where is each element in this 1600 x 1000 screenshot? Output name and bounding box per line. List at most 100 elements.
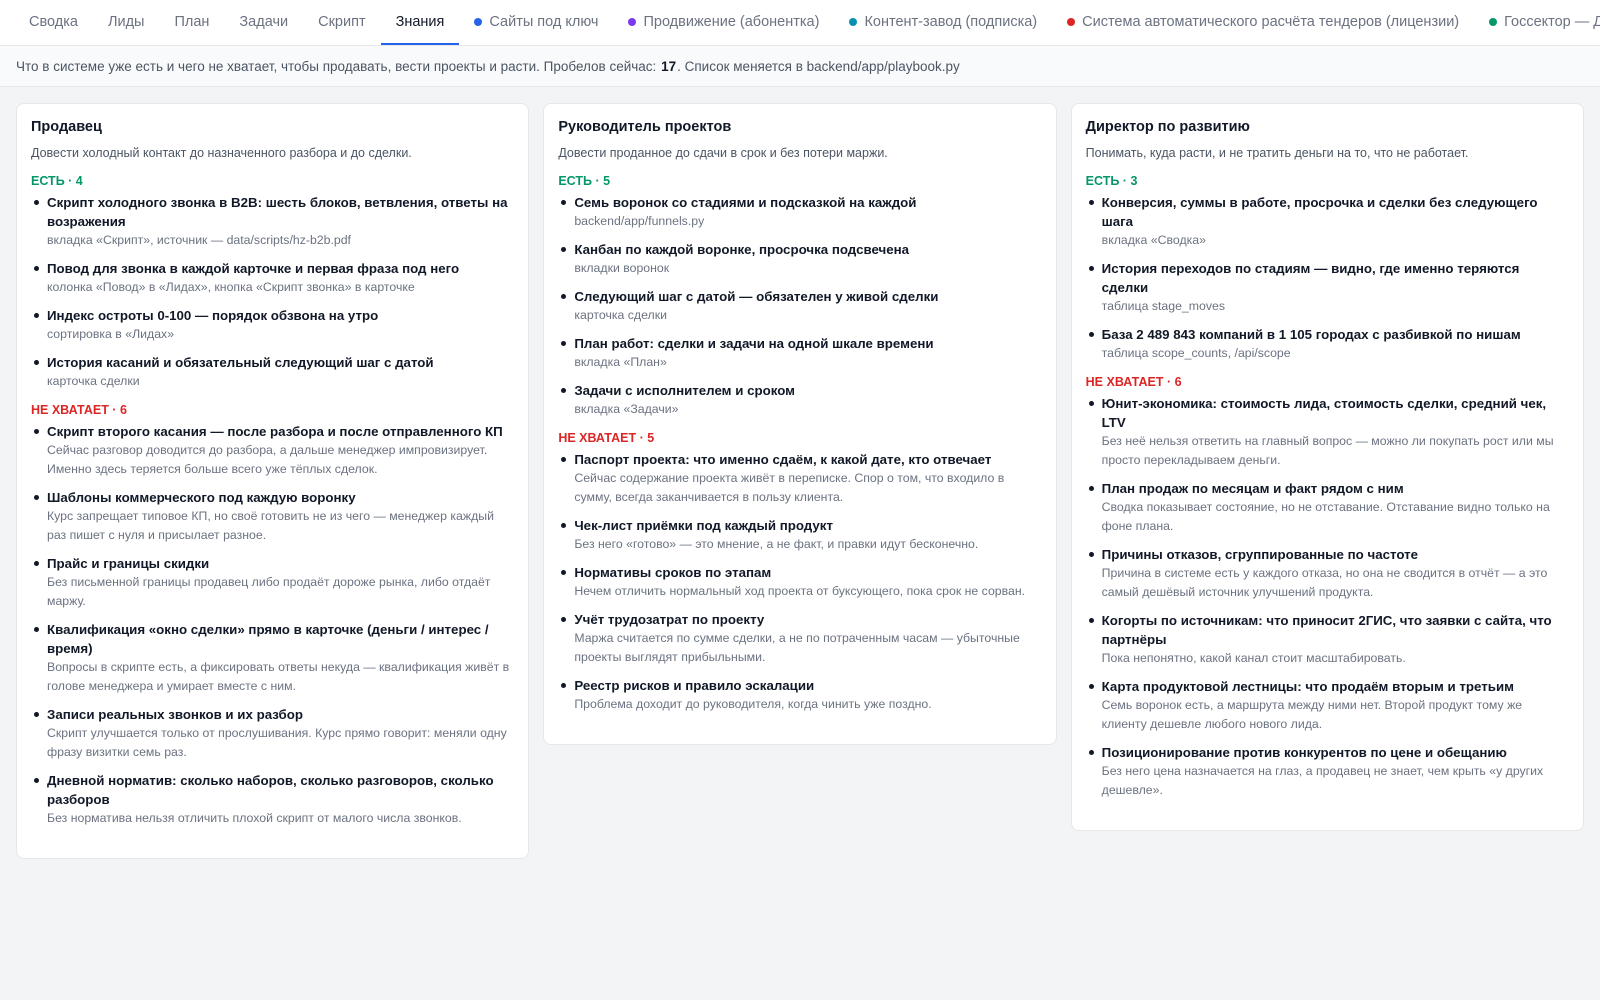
info-bar: Что в системе уже есть и чего не хватает…: [0, 46, 1600, 87]
item-title: Записи реальных звонков и их разбор: [47, 707, 303, 722]
role-card: Руководитель проектов Довести проданное д…: [543, 103, 1057, 745]
list-item: Канбан по каждой воронке, просрочка подс…: [558, 240, 1041, 278]
tab-7[interactable]: Продвижение (абонентка): [613, 0, 834, 45]
role-title: Продавец: [31, 119, 102, 135]
item-note: Семь воронок есть, а маршрута между ними…: [1101, 698, 1523, 731]
item-title: Скрипт второго касания — после разбора и…: [47, 424, 503, 439]
item-note: Проблема доходит до руководителя, когда …: [574, 697, 932, 711]
item-note: колонка «Повод» в «Лидах», кнопка «Скрип…: [47, 280, 415, 294]
item-title: Семь воронок со стадиями и подсказкой на…: [574, 195, 917, 210]
funnel-color-dot-icon: [474, 17, 483, 26]
list-item: Паспорт проекта: что именно сдаём, к как…: [558, 450, 1041, 507]
tab-2[interactable]: План: [159, 0, 224, 45]
item-title: Паспорт проекта: что именно сдаём, к как…: [574, 452, 992, 467]
list-item: План работ: сделки и задачи на одной шка…: [558, 334, 1041, 372]
list-item: Когорты по источникам: что приносит 2ГИС…: [1086, 611, 1569, 668]
list-item: Юнит-экономика: стоимость лида, стоимост…: [1086, 394, 1569, 470]
tab-8[interactable]: Контент-завод (подписка): [834, 0, 1052, 45]
item-title: Скрипт холодного звонка в B2B: шесть бло…: [47, 195, 508, 229]
item-note: вкладка «Скрипт», источник — data/script…: [47, 233, 351, 247]
tab-label: План: [174, 13, 210, 30]
item-note: Без письменной границы продавец либо про…: [47, 575, 491, 608]
role-subtitle: Понимать, куда расти, и не тратить деньг…: [1085, 146, 1469, 160]
list-item: База 2 489 843 компаний в 1 105 городах …: [1086, 325, 1569, 363]
item-note: сортировка в «Лидах»: [47, 327, 175, 341]
list-item: Задачи с исполнителем и сроком вкладка «З…: [558, 381, 1041, 419]
tab-5[interactable]: Знания: [380, 0, 460, 45]
item-title: Прайс и границы скидки: [47, 556, 210, 571]
item-note: таблица stage_moves: [1101, 299, 1225, 313]
item-note: Без неё нельзя ответить на главный вопро…: [1101, 434, 1554, 467]
list-item: Реестр рисков и правило эскалации Проблем…: [558, 676, 1041, 714]
list-item: Позиционирование против конкурентов по ц…: [1086, 743, 1569, 800]
item-title: Карта продуктовой лестницы: что продаём …: [1101, 679, 1514, 694]
item-note: Курс запрещает типовое КП, но своё готов…: [47, 509, 494, 542]
item-title: Нормативы сроков по этапам: [574, 565, 772, 580]
tab-bar: Сводка Лиды План Задачи Скрипт Знания Сайты по…: [0, 0, 1600, 46]
list-item: Карта продуктовой лестницы: что продаём …: [1086, 677, 1569, 734]
item-note: backend/app/funnels.py: [574, 214, 705, 228]
tab-6[interactable]: Сайты под ключ: [459, 0, 613, 45]
role-columns: Продавец Довести холодный контакт до назн…: [0, 87, 1600, 859]
item-note: Сводка показывает состояние, но не отста…: [1101, 500, 1550, 533]
have-list: Конверсия, суммы в работе, просрочка и с…: [1086, 193, 1569, 363]
item-title: Чек-лист приёмки под каждый продукт: [574, 518, 833, 533]
funnel-color-dot-icon: [849, 17, 858, 26]
info-text-prefix: Что в системе уже есть и чего не хватает…: [16, 58, 657, 74]
list-item: Повод для звонка в каждой карточке и пер…: [31, 259, 514, 297]
item-title: Реестр рисков и правило эскалации: [574, 678, 815, 693]
item-title: Дневной норматив: сколько наборов, сколь…: [47, 773, 494, 807]
item-note: Без норматива нельзя отличить плохой скр…: [47, 811, 462, 825]
list-item: Следующий шаг с датой — обязателен у жив…: [558, 287, 1041, 325]
item-title: База 2 489 843 компаний в 1 105 городах …: [1101, 327, 1521, 342]
item-note: Вопросы в скрипте есть, а фиксировать от…: [47, 660, 510, 693]
tab-label: Сводка: [29, 13, 78, 30]
tab-1[interactable]: Лиды: [93, 0, 160, 45]
tab-0[interactable]: Сводка: [14, 0, 93, 45]
item-note: Причина в системе есть у каждого отказа,…: [1101, 566, 1548, 599]
tab-4[interactable]: Скрипт: [303, 0, 380, 45]
tab-label: Продвижение (абонентка): [643, 13, 820, 30]
item-note: Маржа считается по сумме сделки, а не по…: [574, 631, 1020, 664]
item-title: Следующий шаг с датой — обязателен у жив…: [574, 289, 939, 304]
list-item: Учёт трудозатрат по проекту Маржа считает…: [558, 610, 1041, 667]
info-text-suffix: . Список меняется в backend/app/playbook…: [677, 58, 960, 74]
tab-9[interactable]: Система автоматического расчёта тендеров…: [1052, 0, 1474, 45]
item-title: Учёт трудозатрат по проекту: [574, 612, 765, 627]
funnel-color-dot-icon: [628, 17, 637, 26]
item-title: История касаний и обязательный следующий…: [47, 355, 434, 370]
missing-section-label: НЕ ХВАТАЕТ · 6: [1085, 375, 1182, 389]
item-note: вкладка «План»: [574, 355, 667, 369]
have-section-label: ЕСТЬ · 5: [558, 174, 611, 188]
item-title: Юнит-экономика: стоимость лида, стоимост…: [1101, 396, 1547, 430]
list-item: Записи реальных звонков и их разбор Скрип…: [31, 705, 514, 762]
item-note: Пока непонятно, какой канал стоит масшта…: [1101, 651, 1406, 665]
item-title: План работ: сделки и задачи на одной шка…: [574, 336, 934, 351]
item-title: Причины отказов, сгруппированные по част…: [1101, 547, 1419, 562]
item-note: вкладки воронок: [574, 261, 670, 275]
gap-count: 17: [661, 58, 677, 74]
item-title: Когорты по источникам: что приносит 2ГИС…: [1101, 613, 1552, 647]
item-title: Задачи с исполнителем и сроком: [574, 383, 795, 398]
missing-section-label: НЕ ХВАТАЕТ · 5: [558, 431, 655, 445]
tab-label: Сайты под ключ: [489, 13, 599, 30]
role-subtitle: Довести холодный контакт до назначенного…: [31, 146, 412, 160]
tab-label: Госсектор — Дядя: [1504, 13, 1600, 30]
tab-3[interactable]: Задачи: [224, 0, 303, 45]
tab-10[interactable]: Госсектор — Дядя: [1474, 0, 1600, 45]
list-item: Семь воронок со стадиями и подсказкой на…: [558, 193, 1041, 231]
role-subtitle: Довести проданное до сдачи в срок и без …: [558, 146, 888, 160]
item-note: Нечем отличить нормальный ход проекта от…: [574, 584, 1026, 598]
list-item: Причины отказов, сгруппированные по част…: [1086, 545, 1569, 602]
tab-label: Система автоматического расчёта тендеров…: [1082, 13, 1460, 30]
item-title: Конверсия, суммы в работе, просрочка и с…: [1101, 195, 1538, 229]
item-note: Сейчас разговор доводится до разбора, а …: [47, 443, 488, 476]
item-note: таблица scope_counts, /api/scope: [1101, 346, 1291, 360]
item-title: Позиционирование против конкурентов по ц…: [1101, 745, 1507, 760]
list-item: Конверсия, суммы в работе, просрочка и с…: [1086, 193, 1569, 250]
item-title: Канбан по каждой воронке, просрочка подс…: [574, 242, 910, 257]
item-title: Квалификация «окно сделки» прямо в карто…: [47, 622, 489, 656]
list-item: История касаний и обязательный следующий…: [31, 353, 514, 391]
list-item: Индекс остроты 0-100 — порядок обзвона н…: [31, 306, 514, 344]
item-note: вкладка «Задачи»: [574, 402, 679, 416]
